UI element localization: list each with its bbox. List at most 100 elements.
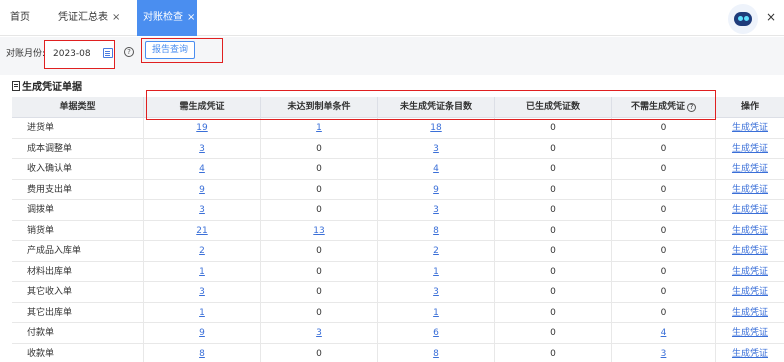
- no-need-count-link[interactable]: 4: [661, 328, 667, 338]
- tab-reconciliation-label: 对账检查: [143, 12, 183, 23]
- table-row: 其它出库单 1 0 1 0 0 生成凭证: [12, 302, 784, 323]
- need-count-link[interactable]: 1: [199, 308, 205, 318]
- ungenerated-count-link[interactable]: 18: [430, 123, 441, 133]
- unmet-count-cell: 0: [261, 282, 378, 302]
- need-count-link[interactable]: 8: [199, 349, 205, 359]
- header-action: 操作: [740, 102, 759, 112]
- need-count-link[interactable]: 1: [199, 267, 205, 277]
- generated-count-cell: 0: [495, 323, 612, 343]
- generate-voucher-link[interactable]: 生成凭证: [732, 328, 768, 338]
- no-need-count-cell: 0: [612, 118, 716, 138]
- ungenerated-count-link[interactable]: 3: [433, 144, 439, 154]
- no-need-count-cell: 0: [612, 261, 716, 281]
- no-need-count-cell: 0: [612, 138, 716, 158]
- need-count-link[interactable]: 9: [199, 328, 205, 338]
- need-count-link[interactable]: 19: [196, 123, 207, 133]
- need-count-link[interactable]: 21: [196, 226, 207, 236]
- unmet-count-link[interactable]: 13: [313, 226, 324, 236]
- generate-voucher-link[interactable]: 生成凭证: [732, 185, 768, 195]
- help-icon[interactable]: ?: [124, 47, 134, 57]
- doc-type-cell: 收入确认单: [12, 159, 144, 179]
- assistant-robot-icon[interactable]: [728, 4, 758, 34]
- table-row: 费用支出单 9 0 9 0 0 生成凭证: [12, 179, 784, 200]
- need-count-link[interactable]: 3: [199, 205, 205, 215]
- generate-voucher-link[interactable]: 生成凭证: [732, 205, 768, 215]
- doc-type-cell: 销货单: [12, 220, 144, 240]
- unmet-count-link[interactable]: 3: [316, 328, 322, 338]
- table-row: 材料出库单 1 0 1 0 0 生成凭证: [12, 261, 784, 282]
- table-row: 销货单 21 13 8 0 0 生成凭证: [12, 220, 784, 241]
- need-count-link[interactable]: 3: [199, 287, 205, 297]
- close-icon[interactable]: ×: [187, 12, 195, 23]
- doc-type-cell: 付款单: [12, 323, 144, 343]
- generated-count-cell: 0: [495, 343, 612, 362]
- tab-voucher-summary-label: 凭证汇总表: [58, 12, 108, 23]
- generated-count-cell: 0: [495, 200, 612, 220]
- table-row: 进货单 19 1 18 0 0 生成凭证: [12, 118, 784, 139]
- generated-count-cell: 0: [495, 241, 612, 261]
- tab-reconciliation-check[interactable]: 对账检查 ×: [137, 0, 197, 36]
- generate-voucher-link[interactable]: 生成凭证: [732, 349, 768, 359]
- ungenerated-count-link[interactable]: 9: [433, 185, 439, 195]
- report-query-button[interactable]: 报告查询: [145, 41, 195, 59]
- header-doc-type: 单据类型: [12, 97, 144, 117]
- generate-voucher-link[interactable]: 生成凭证: [732, 123, 768, 133]
- generated-count-cell: 0: [495, 220, 612, 240]
- ungenerated-count-link[interactable]: 8: [433, 226, 439, 236]
- ungenerated-count-link[interactable]: 3: [433, 205, 439, 215]
- tab-bar: 首页 凭证汇总表 × 对账检查 × ×: [0, 0, 784, 36]
- generate-voucher-link[interactable]: 生成凭证: [732, 287, 768, 297]
- doc-type-cell: 其它出库单: [12, 302, 144, 322]
- need-count-link[interactable]: 2: [199, 246, 205, 256]
- robot-face: [734, 12, 752, 26]
- no-need-count-link[interactable]: 3: [661, 349, 667, 359]
- table-row: 其它收入单 3 0 3 0 0 生成凭证: [12, 282, 784, 303]
- table-row: 收款单 8 0 8 0 3 生成凭证: [12, 343, 784, 362]
- generated-count-cell: 0: [495, 159, 612, 179]
- no-need-count-cell: 0: [612, 241, 716, 261]
- generate-voucher-link[interactable]: 生成凭证: [732, 267, 768, 277]
- tab-voucher-summary[interactable]: 凭证汇总表 ×: [58, 0, 120, 36]
- ungenerated-count-link[interactable]: 1: [433, 267, 439, 277]
- doc-type-cell: 调拨单: [12, 200, 144, 220]
- section-title: 生成凭证单据: [12, 78, 82, 93]
- unmet-count-link[interactable]: 1: [316, 123, 322, 133]
- ungenerated-count-link[interactable]: 6: [433, 328, 439, 338]
- need-count-link[interactable]: 4: [199, 164, 205, 174]
- generate-voucher-link[interactable]: 生成凭证: [732, 308, 768, 318]
- generated-count-cell: 0: [495, 261, 612, 281]
- need-count-link[interactable]: 9: [199, 185, 205, 195]
- month-picker[interactable]: 2023-08: [44, 40, 115, 69]
- table-row: 成本调整单 3 0 3 0 0 生成凭证: [12, 138, 784, 159]
- month-label: 对账月份:: [6, 49, 46, 59]
- tab-home[interactable]: 首页: [10, 0, 30, 36]
- close-icon[interactable]: ×: [112, 12, 120, 23]
- doc-type-cell: 材料出库单: [12, 261, 144, 281]
- unmet-count-cell: 0: [261, 241, 378, 261]
- table-row: 产成品入库单 2 0 2 0 0 生成凭证: [12, 241, 784, 262]
- robot-eye: [738, 16, 743, 21]
- highlight-box: [146, 90, 716, 120]
- generate-voucher-link[interactable]: 生成凭证: [732, 246, 768, 256]
- generate-voucher-link[interactable]: 生成凭证: [732, 226, 768, 236]
- ungenerated-count-link[interactable]: 4: [433, 164, 439, 174]
- ungenerated-count-link[interactable]: 3: [433, 287, 439, 297]
- calendar-icon[interactable]: [103, 48, 113, 58]
- document-icon: [12, 81, 20, 91]
- table-row: 付款单 9 3 6 0 4 生成凭证: [12, 323, 784, 344]
- generated-count-cell: 0: [495, 179, 612, 199]
- generated-count-cell: 0: [495, 302, 612, 322]
- doc-type-cell: 收款单: [12, 343, 144, 362]
- month-value: 2023-08: [53, 49, 91, 59]
- generate-voucher-link[interactable]: 生成凭证: [732, 164, 768, 174]
- ungenerated-count-link[interactable]: 8: [433, 349, 439, 359]
- ungenerated-count-link[interactable]: 1: [433, 308, 439, 318]
- ungenerated-count-link[interactable]: 2: [433, 246, 439, 256]
- table-row: 收入确认单 4 0 4 0 0 生成凭证: [12, 159, 784, 180]
- need-count-link[interactable]: 3: [199, 144, 205, 154]
- close-icon[interactable]: ×: [766, 10, 776, 24]
- generate-voucher-link[interactable]: 生成凭证: [732, 144, 768, 154]
- doc-type-cell: 其它收入单: [12, 282, 144, 302]
- unmet-count-cell: 0: [261, 179, 378, 199]
- no-need-count-cell: 0: [612, 220, 716, 240]
